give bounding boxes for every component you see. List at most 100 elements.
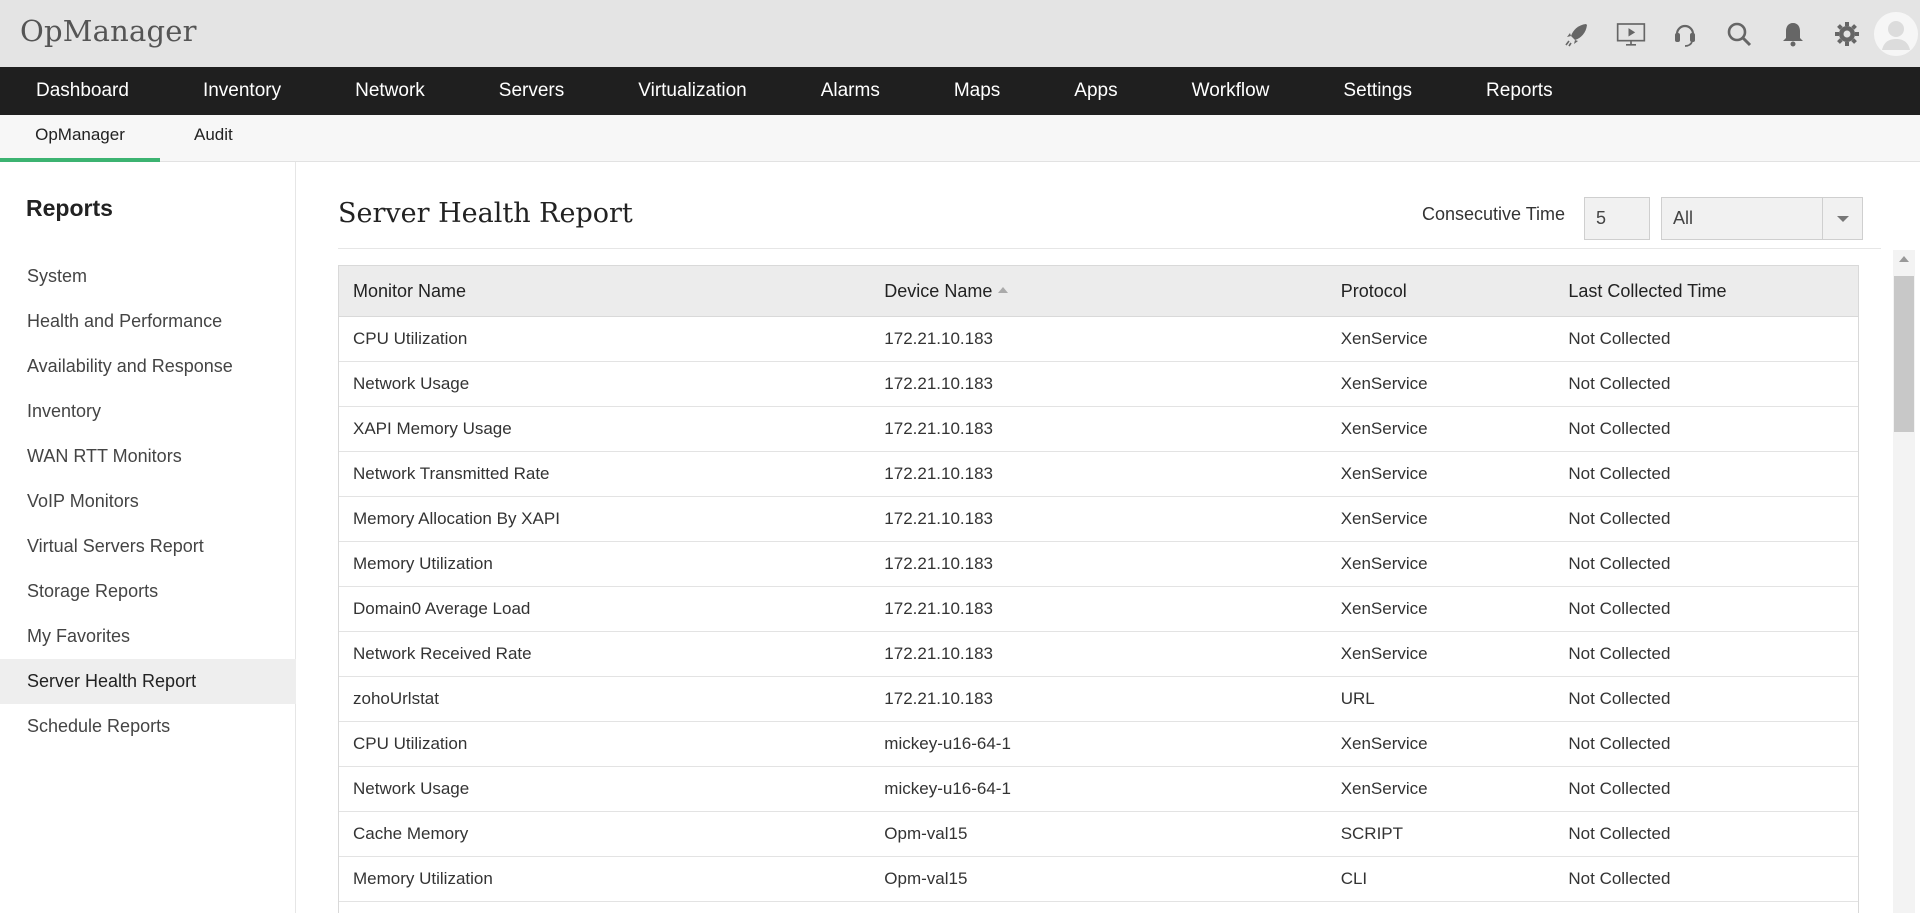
- cell-monitor-name: Memory Utilization: [353, 554, 493, 573]
- sidebar-item-inventory[interactable]: Inventory: [0, 389, 296, 434]
- cell-monitor-name: CPU Utilization: [353, 329, 468, 348]
- column-header-protocol[interactable]: Protocol: [1327, 266, 1555, 316]
- table-row[interactable]: zohoUrlstat 172.21.10.183 URL Not Collected: [339, 677, 1858, 722]
- cell-protocol: XenService: [1340, 509, 1428, 528]
- cell-last-collected-time: Not Collected: [1568, 644, 1671, 663]
- main-nav: Dashboard Inventory Network Servers Virt…: [0, 67, 1920, 115]
- nav-virtualization[interactable]: Virtualization: [601, 67, 783, 115]
- cell-monitor-name: CPU Utilization: [353, 734, 468, 753]
- nav-maps[interactable]: Maps: [917, 67, 1037, 115]
- rocket-icon[interactable]: [1550, 14, 1604, 54]
- sidebar-title: Reports: [26, 195, 113, 221]
- column-label: Monitor Name: [353, 281, 467, 301]
- cell-protocol: XenService: [1340, 644, 1428, 663]
- cell-device-name: 172.21.10.183: [884, 374, 994, 393]
- cell-device-name: mickey-u16-64-1: [884, 779, 1011, 798]
- consecutive-time-label: Consecutive Time: [1422, 204, 1566, 224]
- cell-protocol: XenService: [1340, 779, 1428, 798]
- sidebar-item-virtual-servers-report[interactable]: Virtual Servers Report: [0, 524, 296, 569]
- top-bar: OpManager: [0, 0, 1920, 67]
- cell-protocol: XenService: [1340, 419, 1428, 438]
- cell-last-collected-time: Not Collected: [1568, 734, 1671, 753]
- cell-protocol: XenService: [1340, 329, 1428, 348]
- nav-workflow[interactable]: Workflow: [1155, 67, 1307, 115]
- cell-device-name: Opm-val15: [884, 824, 968, 843]
- table-row[interactable]: CPU Utilization 172.21.10.183 XenService No…: [339, 317, 1858, 362]
- cell-last-collected-time: Not Collected: [1568, 329, 1671, 348]
- cell-last-collected-time: Not Collected: [1568, 689, 1671, 708]
- nav-settings[interactable]: Settings: [1306, 67, 1449, 115]
- scroll-up-arrow-icon[interactable]: [1899, 256, 1909, 262]
- table-row[interactable]: Cache Memory Opm-val15 SCRIPT Not Collected: [339, 812, 1858, 857]
- table-row[interactable]: CPU Utilization mickey-u16-64-1 XenService…: [339, 722, 1858, 767]
- column-header-last-collected-time[interactable]: Last Collected Time: [1554, 266, 1858, 316]
- table-row[interactable]: Network Usage 172.21.10.183 XenService Not …: [339, 362, 1858, 407]
- table-row[interactable]: Network Transmitted Rate 172.21.10.183 Xen…: [339, 452, 1858, 497]
- table-row[interactable]: Memory Utilization 172.21.10.183 XenServic…: [339, 542, 1858, 587]
- table-row[interactable]: [339, 902, 1858, 913]
- cell-device-name: 172.21.10.183: [884, 554, 994, 573]
- cell-last-collected-time: Not Collected: [1568, 554, 1671, 573]
- cell-device-name: [870, 902, 1326, 913]
- cell-monitor-name: Network Transmitted Rate: [353, 464, 550, 483]
- presentation-icon[interactable]: [1604, 14, 1658, 54]
- cell-protocol: CLI: [1340, 869, 1368, 888]
- column-label: Last Collected Time: [1568, 281, 1727, 301]
- support-headset-icon[interactable]: [1658, 14, 1712, 54]
- search-icon[interactable]: [1712, 14, 1766, 54]
- sidebar-item-my-favorites[interactable]: My Favorites: [0, 614, 296, 659]
- table-row[interactable]: Network Received Rate 172.21.10.183 XenSer…: [339, 632, 1858, 677]
- sidebar-list: System Health and Performance Availabili…: [0, 254, 296, 749]
- sidebar-item-storage-reports[interactable]: Storage Reports: [0, 569, 296, 614]
- cell-last-collected-time: Not Collected: [1568, 869, 1671, 888]
- nav-dashboard[interactable]: Dashboard: [0, 67, 166, 115]
- nav-servers[interactable]: Servers: [462, 67, 601, 115]
- table-header: Monitor Name Device Name Protocol Last C…: [339, 266, 1858, 317]
- sidebar-item-health-and-performance[interactable]: Health and Performance: [0, 299, 296, 344]
- cell-protocol: XenService: [1340, 734, 1428, 753]
- vertical-scrollbar[interactable]: [1893, 250, 1915, 913]
- sidebar-item-schedule-reports[interactable]: Schedule Reports: [0, 704, 296, 749]
- tab-audit[interactable]: Audit: [160, 115, 267, 162]
- table-row[interactable]: Memory Allocation By XAPI 172.21.10.183 Xe…: [339, 497, 1858, 542]
- column-header-device-name[interactable]: Device Name: [870, 266, 1326, 316]
- bell-icon[interactable]: [1766, 14, 1820, 54]
- cell-device-name: 172.21.10.183: [884, 464, 994, 483]
- sidebar-item-server-health-report[interactable]: Server Health Report: [0, 659, 296, 704]
- table-row[interactable]: XAPI Memory Usage 172.21.10.183 XenService…: [339, 407, 1858, 452]
- table-row[interactable]: Memory Utilization Opm-val15 CLI Not Collec…: [339, 857, 1858, 902]
- nav-network[interactable]: Network: [318, 67, 462, 115]
- nav-inventory[interactable]: Inventory: [166, 67, 318, 115]
- cell-device-name: 172.21.10.183: [884, 329, 994, 348]
- cell-last-collected-time: Not Collected: [1568, 599, 1671, 618]
- sidebar-item-availability-and-response[interactable]: Availability and Response: [0, 344, 296, 389]
- cell-monitor-name: Memory Utilization: [353, 869, 493, 888]
- filter-select[interactable]: All: [1661, 197, 1863, 240]
- sidebar-item-wan-rtt-monitors[interactable]: WAN RTT Monitors: [0, 434, 296, 479]
- nav-alarms[interactable]: Alarms: [784, 67, 917, 115]
- cell-protocol: SCRIPT: [1340, 824, 1404, 843]
- column-header-monitor-name[interactable]: Monitor Name: [339, 266, 870, 316]
- cell-monitor-name: Network Usage: [353, 374, 470, 393]
- table-row[interactable]: Network Usage mickey-u16-64-1 XenService No…: [339, 767, 1858, 812]
- cell-device-name: 172.21.10.183: [884, 599, 994, 618]
- cell-last-collected-time: Not Collected: [1568, 464, 1671, 483]
- nav-apps[interactable]: Apps: [1037, 67, 1154, 115]
- consecutive-time-input[interactable]: 5: [1584, 197, 1650, 240]
- nav-reports[interactable]: Reports: [1449, 67, 1590, 115]
- avatar-icon[interactable]: [1874, 11, 1918, 56]
- cell-last-collected-time: Not Collected: [1568, 779, 1671, 798]
- page-title: Server Health Report: [338, 198, 633, 229]
- sidebar-item-system[interactable]: System: [0, 254, 296, 299]
- cell-protocol: URL: [1340, 689, 1375, 708]
- sidebar-item-voip-monitors[interactable]: VoIP Monitors: [0, 479, 296, 524]
- app-logo[interactable]: OpManager: [20, 14, 197, 48]
- cell-monitor-name: Cache Memory: [353, 824, 469, 843]
- column-label: Protocol: [1340, 281, 1407, 301]
- scroll-thumb[interactable]: [1894, 276, 1914, 432]
- cell-monitor-name: Network Received Rate: [353, 644, 532, 663]
- gear-icon[interactable]: [1820, 14, 1874, 54]
- chevron-down-icon[interactable]: [1822, 198, 1862, 239]
- tab-opmanager[interactable]: OpManager: [0, 115, 160, 162]
- table-row[interactable]: Domain0 Average Load 172.21.10.183 XenServ…: [339, 587, 1858, 632]
